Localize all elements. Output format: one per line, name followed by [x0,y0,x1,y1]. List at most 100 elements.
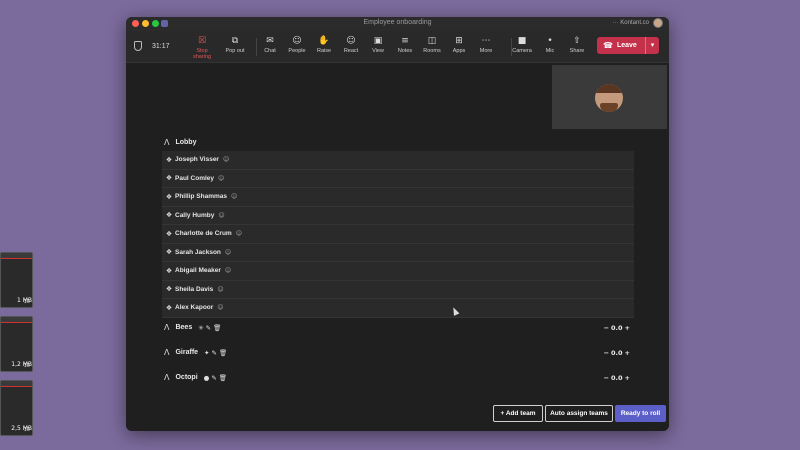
team-name: Bees [175,324,193,331]
thumbnail-size-label: 1 MB [16,297,32,304]
increase-score-button[interactable]: + [625,349,630,357]
team-row[interactable]: Λ Octopi ● ✎ 🗑 −0.0 + [164,373,630,382]
ready-to-roll-button[interactable]: Ready to roll [615,405,666,422]
toolbar-item-label: View [372,48,384,54]
add-team-button[interactable]: + Add team [493,405,543,422]
delete-icon[interactable]: 🗑 [219,374,227,382]
drag-handle-icon[interactable]: ❖ [165,248,173,256]
toolbar-item-label: Notes [397,48,413,54]
phone-icon: ☎ [603,41,613,50]
toolbar-more-button[interactable]: ⋯ More [471,35,501,54]
toolbar-item-label: React [343,48,359,54]
chevron-up-icon[interactable]: Λ [164,138,169,147]
title-bar: Employee onboarding ··· Kontant.co [126,17,669,31]
drag-handle-icon[interactable]: ❖ [165,304,173,312]
view-icon: ▣ [373,36,383,46]
account-area[interactable]: ··· Kontant.co [613,18,663,28]
lobby-header[interactable]: Λ Lobby [164,138,196,147]
drag-handle-icon[interactable]: ❖ [165,211,173,219]
decrease-score-button[interactable]: − [604,324,609,332]
emoji-picker-icon[interactable]: ☺ [223,156,229,163]
auto-assign-teams-button[interactable]: Auto assign teams [545,405,613,422]
mic-icon: • [547,36,553,46]
toolbar-item-label: More [479,48,493,54]
team-name: Octopi [175,374,198,381]
increase-score-button[interactable]: + [625,324,630,332]
edit-icon[interactable]: ✎ [212,349,217,357]
toolbar-stop-sharing-button[interactable]: ☒ Stop sharing [187,35,217,60]
more-icon: ⋯ [481,36,491,46]
drag-handle-icon[interactable]: ❖ [165,156,173,164]
emoji-picker-icon[interactable]: ☺ [236,230,242,237]
emoji-picker-icon[interactable]: ☺ [225,267,231,274]
toolbar-pop-out-button[interactable]: ⧉ Pop out [220,35,250,54]
team-row[interactable]: Λ Bees ✳ ✎ 🗑 −0.0 + [164,323,630,332]
decrease-score-button[interactable]: − [604,349,609,357]
toolbar-view-button[interactable]: ▣ View [363,35,393,54]
toolbar-notes-button[interactable]: ≡ Notes [390,35,420,54]
drag-handle-icon[interactable]: ❖ [165,267,173,275]
person-name: Abigail Meaker [175,267,221,275]
toolbar-divider [256,38,257,56]
emoji-picker-icon[interactable]: ☺ [217,286,223,293]
team-row[interactable]: Λ Giraffe ✦ ✎ 🗑 −0.0 + [164,348,630,357]
lobby-person-row[interactable]: ❖ Charlotte de Crum ☺ [162,225,634,244]
lobby-person-row[interactable]: ❖ Sarah Jackson ☺ [162,244,634,262]
edit-icon[interactable]: ✎ [211,374,216,382]
pop-out-icon: ⧉ [231,36,239,46]
lobby-person-row[interactable]: ❖ Cally Humby ☺ [162,207,634,225]
team-emoji-icon: ✳ [198,323,204,332]
chevron-up-icon[interactable]: Λ [164,348,169,357]
toolbar-item-label: Apps [452,48,466,54]
decrease-score-button[interactable]: − [604,374,609,382]
notes-icon: ≡ [401,36,409,46]
apps-icon: ⊞ [455,36,463,46]
leave-button[interactable]: ☎ Leave ▾ [597,37,659,54]
lobby-person-row[interactable]: ❖ Phillip Shammas ☺ [162,188,634,207]
toolbar-apps-button[interactable]: ⊞ Apps [444,35,474,54]
thumbnail-size-label: 1,2 MB [11,361,32,368]
drag-handle-icon[interactable]: ❖ [165,174,173,182]
delete-icon[interactable]: 🗑 [219,349,227,357]
lobby-person-row[interactable]: ❖ Joseph Visser ☺ [162,151,634,170]
delete-icon[interactable]: 🗑 [213,324,221,332]
emoji-picker-icon[interactable]: ☺ [225,249,231,256]
toolbar-react-button[interactable]: ☺ React [336,35,366,54]
toolbar-mic-button[interactable]: • Mic [535,35,565,54]
toolbar-rooms-button[interactable]: ◫ Rooms [417,35,447,54]
account-avatar[interactable] [653,18,663,28]
lobby-person-row[interactable]: ❖ Abigail Meaker ☺ [162,262,634,281]
chevron-up-icon[interactable]: Λ [164,373,169,382]
lobby-person-row[interactable]: ❖ Sheila Davis ☺ [162,281,634,299]
team-score: 0.0 [611,348,623,357]
drag-handle-icon[interactable]: ❖ [165,230,173,238]
team-score: 0.0 [611,323,623,332]
toolbar-share-button[interactable]: ⇧ Share [562,35,592,54]
self-view-video[interactable] [552,65,667,129]
person-name: Sarah Jackson [175,248,221,256]
toolbar-people-button[interactable]: ☺ People [282,35,312,54]
team-name: Giraffe [175,349,199,356]
edit-icon[interactable]: ✎ [206,324,211,332]
raise-hand-icon: ✋ [318,36,330,46]
lobby-person-row[interactable]: ❖ Alex Kapoor ☺ [162,299,634,318]
shield-icon[interactable] [134,41,142,51]
emoji-picker-icon[interactable]: ☺ [231,193,237,200]
emoji-picker-icon[interactable]: ☺ [218,212,224,219]
team-score: 0.0 [611,373,623,382]
drag-handle-icon[interactable]: ❖ [165,193,173,201]
emoji-picker-icon[interactable]: ☺ [218,175,224,182]
toolbar-chat-button[interactable]: ✉ Chat [255,35,285,54]
chevron-down-icon[interactable]: ▾ [645,37,659,54]
stop-share-icon: ☒ [197,36,207,46]
emoji-picker-icon[interactable]: ☺ [217,304,223,311]
rooms-icon: ◫ [427,36,437,46]
toolbar-item-label: Share [569,48,585,54]
drag-handle-icon[interactable]: ❖ [165,285,173,293]
increase-score-button[interactable]: + [625,374,630,382]
toolbar-raise-button[interactable]: ✋ Raise [309,35,339,54]
call-timer: 31:17 [152,43,170,50]
chevron-up-icon[interactable]: Λ [164,323,169,332]
toolbar-item-label: Mic [545,48,555,54]
lobby-person-row[interactable]: ❖ Paul Comley ☺ [162,170,634,188]
